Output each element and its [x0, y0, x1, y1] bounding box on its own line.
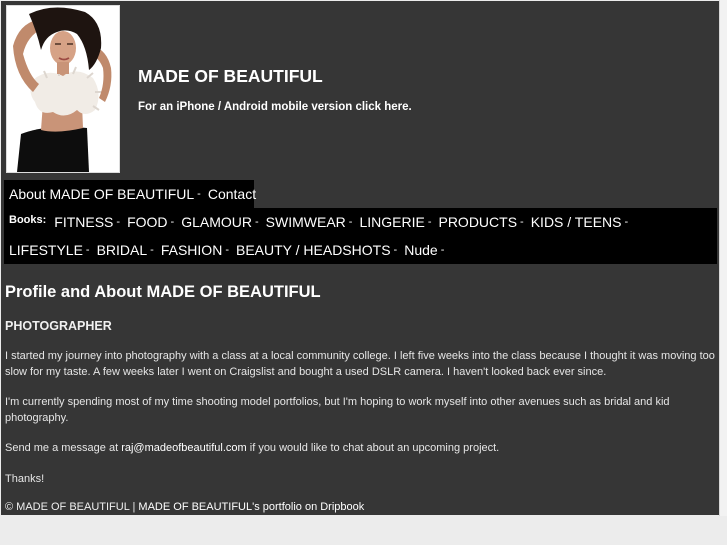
books-row-2: LIFESTYLE - BRIDAL - FASHION - BEAUTY / … [9, 236, 451, 264]
main-nav: About MADE OF BEAUTIFUL - Contact [4, 180, 256, 208]
book-link-food[interactable]: FOOD [127, 214, 167, 230]
book-link-fitness[interactable]: FITNESS [54, 214, 113, 230]
book-separator: - [520, 216, 524, 228]
book-separator: - [440, 244, 445, 256]
contact-paragraph: Send me a message at raj@madeofbeautiful… [5, 440, 717, 456]
dripbook-portfolio-link[interactable]: MADE OF BEAUTIFUL's portfolio on Dripboo… [138, 501, 364, 513]
books-label: Books: [9, 214, 47, 226]
book-link-products[interactable]: PRODUCTS [438, 214, 517, 230]
model-photo-image [7, 6, 119, 172]
books-row-1: Books: FITNESS - FOOD - GLAMOUR - SWIMWE… [9, 208, 635, 236]
page-content: MADE OF BEAUTIFUL For an iPhone / Androi… [1, 1, 719, 515]
profile-photo [6, 5, 120, 173]
book-link-beauty-headshots[interactable]: BEAUTY / HEADSHOTS [236, 242, 391, 258]
book-link-bridal[interactable]: BRIDAL [97, 242, 148, 258]
book-separator: - [150, 244, 154, 256]
book-separator: - [225, 244, 229, 256]
book-link-kids-teens[interactable]: KIDS / TEENS [531, 214, 622, 230]
nav-about-link[interactable]: About MADE OF BEAUTIFUL [9, 186, 194, 202]
book-separator: - [427, 216, 432, 228]
book-separator: - [116, 216, 121, 228]
book-link-fashion[interactable]: FASHION [161, 242, 222, 258]
book-link-glamour[interactable]: GLAMOUR [181, 214, 252, 230]
books-nav: Books: FITNESS - FOOD - GLAMOUR - SWIMWE… [4, 208, 717, 264]
book-separator: - [348, 216, 353, 228]
profile-heading: Profile and About MADE OF BEAUTIFUL [5, 283, 321, 301]
site-title: MADE OF BEAUTIFUL [138, 66, 323, 86]
footer-copyright: © MADE OF BEAUTIFUL [5, 501, 130, 513]
mobile-version-link[interactable]: For an iPhone / Android mobile version c… [138, 101, 412, 113]
contact-text-after: if you would like to chat about an upcom… [246, 442, 500, 454]
book-separator: - [255, 216, 259, 228]
book-separator: - [624, 216, 629, 228]
book-link-lifestyle[interactable]: LIFESTYLE [9, 242, 83, 258]
bio-paragraph-2: I'm currently spending most of my time s… [5, 396, 670, 424]
footer: © MADE OF BEAUTIFUL | MADE OF BEAUTIFUL'… [5, 499, 364, 515]
role-label: PHOTOGRAPHER [5, 319, 112, 333]
thanks-paragraph: Thanks! [5, 473, 45, 485]
vertical-scrollbar[interactable] [719, 0, 727, 516]
contact-text-before: Send me a message at [5, 442, 122, 454]
book-separator: - [85, 244, 90, 256]
book-separator: - [393, 244, 398, 256]
book-separator: - [170, 216, 175, 228]
email-link[interactable]: raj@madeofbeautiful.com [121, 442, 247, 454]
book-link-nude[interactable]: Nude [404, 242, 437, 258]
book-link-lingerie[interactable]: LINGERIE [359, 214, 424, 230]
nav-contact-link[interactable]: Contact [208, 186, 256, 202]
nav-separator: - [197, 188, 201, 200]
bio-paragraph-1: I started my journey into photography wi… [5, 350, 715, 378]
book-link-swimwear[interactable]: SWIMWEAR [266, 214, 346, 230]
